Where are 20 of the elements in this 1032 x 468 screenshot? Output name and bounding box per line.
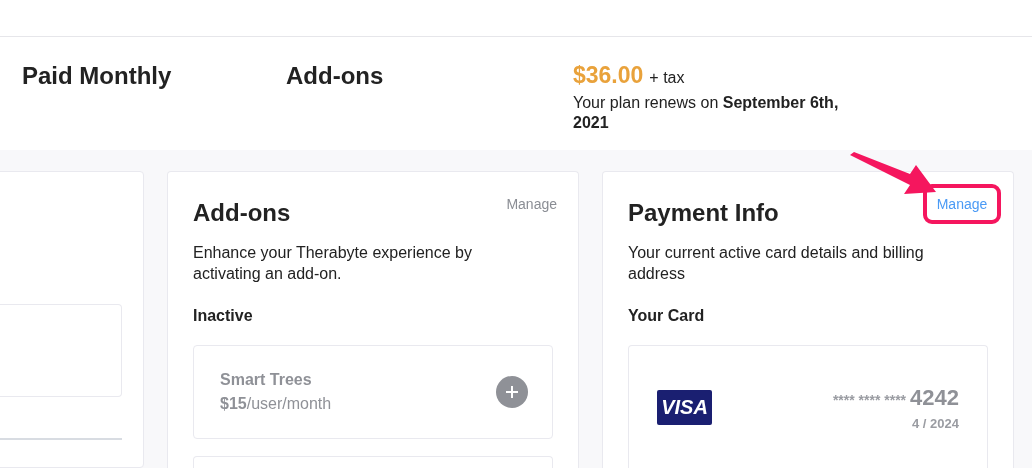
price: $36.00 bbox=[573, 61, 644, 90]
card-description: Enhance your Therabyte experience by activating an add-on. bbox=[193, 243, 473, 284]
plus-icon bbox=[505, 385, 519, 399]
card-last-digits: 4242 bbox=[910, 383, 959, 412]
section-heading: Add-ons bbox=[286, 62, 384, 89]
addon-price: $15/user/month bbox=[220, 394, 332, 414]
plan-name: Paid Monthly bbox=[22, 62, 172, 89]
masked-number: **** **** **** bbox=[832, 390, 907, 410]
visa-logo: VISA bbox=[657, 389, 712, 425]
card-description: Your current active card details and billing address bbox=[628, 243, 925, 284]
addon-name: Smart Trees bbox=[220, 370, 313, 390]
section-heading: Inactive bbox=[193, 306, 254, 326]
renewal-text: Your plan renews on September 6th, 2021 bbox=[573, 92, 840, 133]
section-heading: Your Card bbox=[628, 306, 706, 326]
add-button[interactable] bbox=[496, 376, 528, 408]
card-title: Payment Info bbox=[628, 198, 779, 228]
card-title: Add-ons bbox=[193, 198, 291, 228]
manage-link[interactable]: Manage bbox=[506, 194, 557, 215]
tax-label: + tax bbox=[649, 68, 685, 88]
card-expiry: 4 / 2024 bbox=[912, 414, 959, 433]
